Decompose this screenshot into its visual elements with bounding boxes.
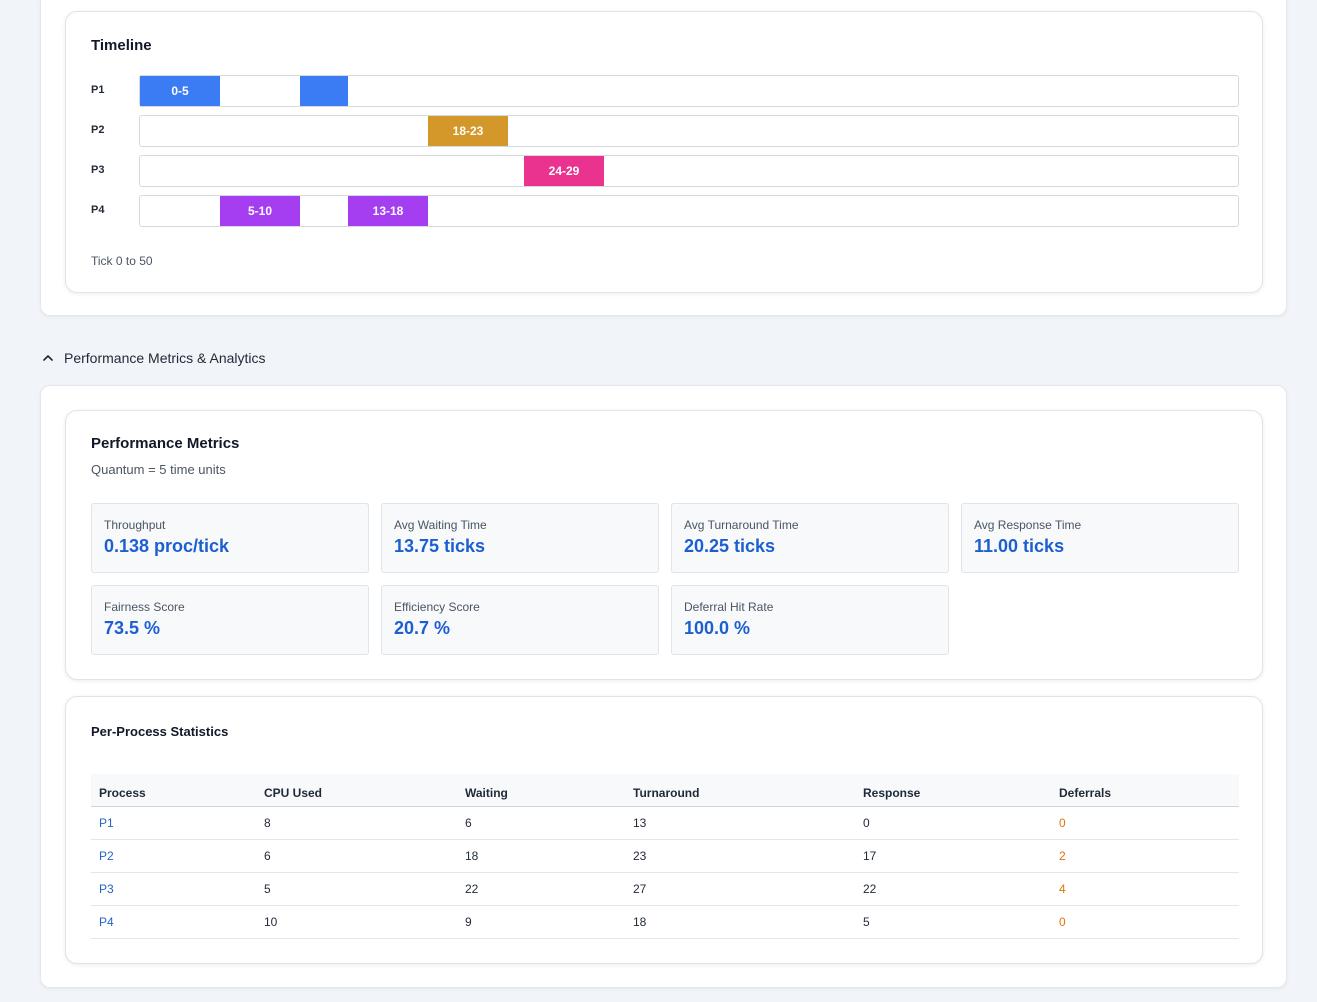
table-cell: 2 (1051, 839, 1239, 873)
column-header: Turnaround (625, 774, 855, 807)
timeline-segment[interactable]: 24-29 (524, 156, 604, 186)
table-cell: 17 (855, 839, 1051, 873)
table-row: P1 8 6 13 0 0 (91, 806, 1239, 840)
table-cell: 0 (1051, 905, 1239, 939)
table-row: P3 5 22 27 22 4 (91, 872, 1239, 906)
metric-tile: Fairness Score 73.5 % (91, 585, 369, 655)
metric-tile: Efficiency Score 20.7 % (381, 585, 659, 655)
table-cell: 6 (256, 839, 457, 873)
column-header: Process (91, 774, 256, 807)
metric-label: Throughput (104, 518, 166, 532)
timeline-row-label: P3 (91, 164, 105, 176)
table-cell: 23 (625, 839, 855, 873)
performance-section-toggle[interactable]: Performance Metrics & Analytics (42, 350, 266, 366)
timeline-title: Timeline (91, 37, 152, 54)
table-cell: 0 (1051, 806, 1239, 840)
metric-label: Fairness Score (104, 600, 185, 614)
per-process-card: Per-Process Statistics Process CPU Used Wa… (65, 696, 1263, 964)
performance-panel: Performance Metrics Quantum = 5 time uni… (40, 385, 1287, 988)
metric-value: 13.75 ticks (394, 536, 486, 556)
metric-value: 100.0 % (684, 618, 751, 638)
metric-value: 20.25 ticks (684, 536, 776, 556)
timeline-track: 18-23 (139, 115, 1239, 147)
timeline-row: P2 18-23 (91, 115, 1241, 147)
table-cell: 18 (457, 839, 625, 873)
timeline-row-label: P1 (91, 84, 105, 96)
table-row: P2 6 18 23 17 2 (91, 839, 1239, 873)
metric-label: Avg Response Time (974, 518, 1082, 532)
metric-label: Avg Turnaround Time (684, 518, 799, 532)
table-body: P1 8 6 13 0 0 P2 6 18 23 17 2 P3 5 22 27 22 4 P4 10 9 18 5 0 (91, 806, 1239, 939)
timeline-row-label: P4 (91, 204, 105, 216)
metric-value: 20.7 % (394, 618, 451, 638)
process-link[interactable]: P2 (91, 839, 256, 873)
column-header: Waiting (457, 774, 625, 807)
metric-value: 0.138 proc/tick (104, 536, 230, 556)
table-header-row: Process CPU Used Waiting Turnaround Response… (91, 774, 1239, 807)
column-header: CPU Used (256, 774, 457, 807)
chevron-up-icon (43, 355, 53, 361)
process-link[interactable]: P1 (91, 806, 256, 840)
timeline-panel: Timeline P1 0-5 P2 18-23 P3 24-29 P4 5-10 13-18 … (40, 0, 1287, 316)
metric-tile: Avg Turnaround Time 20.25 ticks (671, 503, 949, 573)
metric-tile: Deferral Hit Rate 100.0 % (671, 585, 949, 655)
table-cell: 5 (855, 905, 1051, 939)
per-process-title: Per-Process Statistics (91, 724, 229, 739)
timeline-track: 24-29 (139, 155, 1239, 187)
metric-label: Avg Waiting Time (394, 518, 487, 532)
metric-tile: Throughput 0.138 proc/tick (91, 503, 369, 573)
table-cell: 9 (457, 905, 625, 939)
timeline-card: Timeline P1 0-5 P2 18-23 P3 24-29 P4 5-10 13-18 … (65, 11, 1263, 293)
metric-value: 73.5 % (104, 618, 161, 638)
metrics-subtitle: Quantum = 5 time units (91, 462, 226, 477)
table-cell: 13 (625, 806, 855, 840)
table-cell: 18 (625, 905, 855, 939)
metric-tile: Avg Waiting Time 13.75 ticks (381, 503, 659, 573)
table-cell: 5 (256, 872, 457, 906)
table-cell: 8 (256, 806, 457, 840)
metrics-title: Performance Metrics (91, 435, 240, 452)
per-process-table: Process CPU Used Waiting Turnaround Response… (91, 774, 1239, 939)
process-link[interactable]: P3 (91, 872, 256, 906)
timeline-caption: Tick 0 to 50 (91, 254, 153, 268)
table-cell: 22 (457, 872, 625, 906)
metric-label: Efficiency Score (394, 600, 480, 614)
timeline-track: 0-5 (139, 75, 1239, 107)
table-cell: 6 (457, 806, 625, 840)
metric-label: Deferral Hit Rate (684, 600, 774, 614)
timeline-segment[interactable]: 13-18 (348, 196, 428, 226)
timeline-segment[interactable]: 5-10 (220, 196, 300, 226)
timeline-segment[interactable] (300, 76, 348, 106)
metric-tile: Avg Response Time 11.00 ticks (961, 503, 1239, 573)
performance-metrics-card: Performance Metrics Quantum = 5 time uni… (65, 410, 1263, 680)
section-label: Performance Metrics & Analytics (64, 350, 266, 366)
metric-value: 11.00 ticks (974, 536, 1065, 556)
timeline-segment[interactable]: 18-23 (428, 116, 508, 146)
timeline-row-label: P2 (91, 124, 105, 136)
timeline-row: P4 5-10 13-18 (91, 195, 1241, 227)
timeline-track: 5-10 13-18 (139, 195, 1239, 227)
table-cell: 27 (625, 872, 855, 906)
column-header: Deferrals (1051, 774, 1239, 807)
table-row: P4 10 9 18 5 0 (91, 905, 1239, 939)
timeline-row: P3 24-29 (91, 155, 1241, 187)
table-cell: 4 (1051, 872, 1239, 906)
process-link[interactable]: P4 (91, 905, 256, 939)
timeline-row: P1 0-5 (91, 75, 1241, 107)
table-cell: 0 (855, 806, 1051, 840)
timeline-segment[interactable]: 0-5 (140, 76, 220, 106)
table-cell: 10 (256, 905, 457, 939)
table-cell: 22 (855, 872, 1051, 906)
column-header: Response (855, 774, 1051, 807)
